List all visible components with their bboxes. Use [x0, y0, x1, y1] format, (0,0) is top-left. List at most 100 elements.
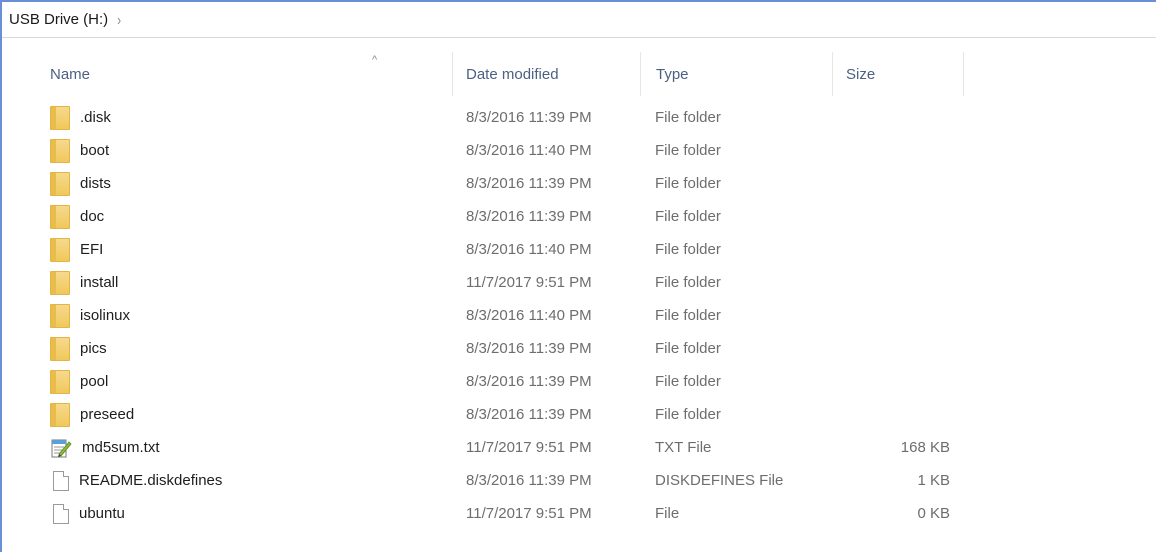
file-row[interactable]: .disk 8/3/2016 11:39 PM File folder [0, 101, 1156, 134]
file-size: 0 KB [917, 505, 950, 522]
file-date: 8/3/2016 11:39 PM [466, 340, 592, 357]
file-size [840, 233, 950, 266]
file-date: 8/3/2016 11:39 PM [466, 109, 592, 126]
file-size [840, 332, 950, 365]
file-type: File folder [655, 241, 721, 258]
file-size [840, 101, 950, 134]
file-name-cell[interactable]: pool [50, 365, 108, 398]
file-name-cell[interactable]: .disk [50, 101, 111, 134]
file-row[interactable]: install 11/7/2017 9:51 PM File folder [0, 266, 1156, 299]
file-row[interactable]: ubuntu 11/7/2017 9:51 PM File 0 KB [0, 497, 1156, 530]
file-row[interactable]: EFI 8/3/2016 11:40 PM File folder [0, 233, 1156, 266]
file-name-cell[interactable]: dists [50, 167, 111, 200]
file-name: dists [80, 175, 111, 192]
column-divider[interactable] [963, 52, 964, 96]
file-date: 8/3/2016 11:39 PM [466, 175, 592, 192]
folder-icon [50, 303, 70, 328]
file-name-cell[interactable]: install [50, 266, 118, 299]
file-date: 8/3/2016 11:39 PM [466, 208, 592, 225]
column-header-date[interactable]: Date modified [466, 52, 636, 96]
folder-icon [50, 204, 70, 229]
column-header-type[interactable]: Type [656, 52, 826, 96]
file-name: doc [80, 208, 105, 225]
file-type: File [655, 505, 680, 522]
file-row[interactable]: README.diskdefines 8/3/2016 11:39 PM DISKD… [0, 464, 1156, 497]
file-date: 8/3/2016 11:39 PM [466, 373, 592, 390]
folder-icon [50, 171, 70, 196]
file-date: 11/7/2017 9:51 PM [466, 274, 592, 291]
text-file-icon [50, 436, 72, 460]
column-divider[interactable] [832, 52, 833, 96]
file-name: md5sum.txt [82, 439, 160, 456]
file-name: README.diskdefines [79, 472, 223, 489]
file-name-cell[interactable]: pics [50, 332, 107, 365]
file-date: 8/3/2016 11:39 PM [466, 406, 592, 423]
file-name: boot [80, 142, 110, 159]
file-type: File folder [655, 175, 721, 192]
file-name-cell[interactable]: EFI [50, 233, 103, 266]
file-size: 1 KB [917, 472, 950, 489]
folder-icon [50, 105, 70, 130]
file-type: File folder [655, 109, 721, 126]
file-type: File folder [655, 340, 721, 357]
file-name-cell[interactable]: preseed [50, 398, 134, 431]
file-type: TXT File [655, 439, 712, 456]
file-size [840, 134, 950, 167]
file-name-cell[interactable]: README.diskdefines [50, 464, 222, 497]
file-type: File folder [655, 274, 721, 291]
file-name: install [80, 274, 119, 291]
file-date: 8/3/2016 11:40 PM [466, 241, 592, 258]
file-row[interactable]: isolinux 8/3/2016 11:40 PM File folder [0, 299, 1156, 332]
file-list: .disk 8/3/2016 11:39 PM File folder boot 8/3… [0, 101, 1156, 530]
file-type: DISKDEFINES File [655, 472, 784, 489]
file-row[interactable]: preseed 8/3/2016 11:39 PM File folder [0, 398, 1156, 431]
file-type: File folder [655, 142, 721, 159]
file-row[interactable]: md5sum.txt 11/7/2017 9:51 PM TXT File 168 K… [0, 431, 1156, 464]
file-name: pics [80, 340, 107, 357]
column-divider[interactable] [452, 52, 453, 96]
file-row[interactable]: pics 8/3/2016 11:39 PM File folder [0, 332, 1156, 365]
file-type: File folder [655, 208, 721, 225]
folder-icon [50, 138, 70, 163]
column-header-date-label: Date modified [466, 65, 559, 83]
breadcrumb-chevron-icon[interactable]: › [117, 10, 121, 28]
folder-icon [50, 336, 70, 361]
file-name-cell[interactable]: doc [50, 200, 104, 233]
file-size [840, 200, 950, 233]
file-name: .disk [80, 109, 111, 126]
column-header-size[interactable]: Size [846, 52, 956, 96]
file-name-cell[interactable]: ubuntu [50, 497, 125, 530]
file-name-cell[interactable]: isolinux [50, 299, 130, 332]
file-type: File folder [655, 373, 721, 390]
file-size [840, 167, 950, 200]
file-type: File folder [655, 406, 721, 423]
file-name-cell[interactable]: md5sum.txt [50, 431, 160, 464]
file-size [840, 365, 950, 398]
file-name-cell[interactable]: boot [50, 134, 109, 167]
file-row[interactable]: pool 8/3/2016 11:39 PM File folder [0, 365, 1156, 398]
file-row[interactable]: boot 8/3/2016 11:40 PM File folder [0, 134, 1156, 167]
folder-icon [50, 402, 70, 427]
folder-icon [50, 270, 70, 295]
column-header-name[interactable]: Name [50, 52, 450, 96]
file-size [840, 299, 950, 332]
file-date: 8/3/2016 11:39 PM [466, 472, 592, 489]
column-divider[interactable] [640, 52, 641, 96]
file-size [840, 266, 950, 299]
file-row[interactable]: doc 8/3/2016 11:39 PM File folder [0, 200, 1156, 233]
file-date: 11/7/2017 9:51 PM [466, 439, 592, 456]
file-row[interactable]: dists 8/3/2016 11:39 PM File folder [0, 167, 1156, 200]
file-size: 168 KB [900, 439, 950, 456]
file-name: EFI [80, 241, 104, 258]
file-type: File folder [655, 307, 721, 324]
address-bar[interactable]: USB Drive (H:) › [2, 2, 1156, 38]
column-header-row: ^ Name Date modified Type Size [0, 52, 1156, 96]
column-header-size-label: Size [846, 65, 876, 83]
folder-icon [50, 237, 70, 262]
file-date: 8/3/2016 11:40 PM [466, 307, 592, 324]
file-date: 8/3/2016 11:40 PM [466, 142, 592, 159]
breadcrumb-usb-drive[interactable]: USB Drive (H:) [9, 11, 108, 28]
file-size [840, 398, 950, 431]
column-header-name-label: Name [50, 65, 91, 83]
column-header-type-label: Type [656, 65, 689, 83]
